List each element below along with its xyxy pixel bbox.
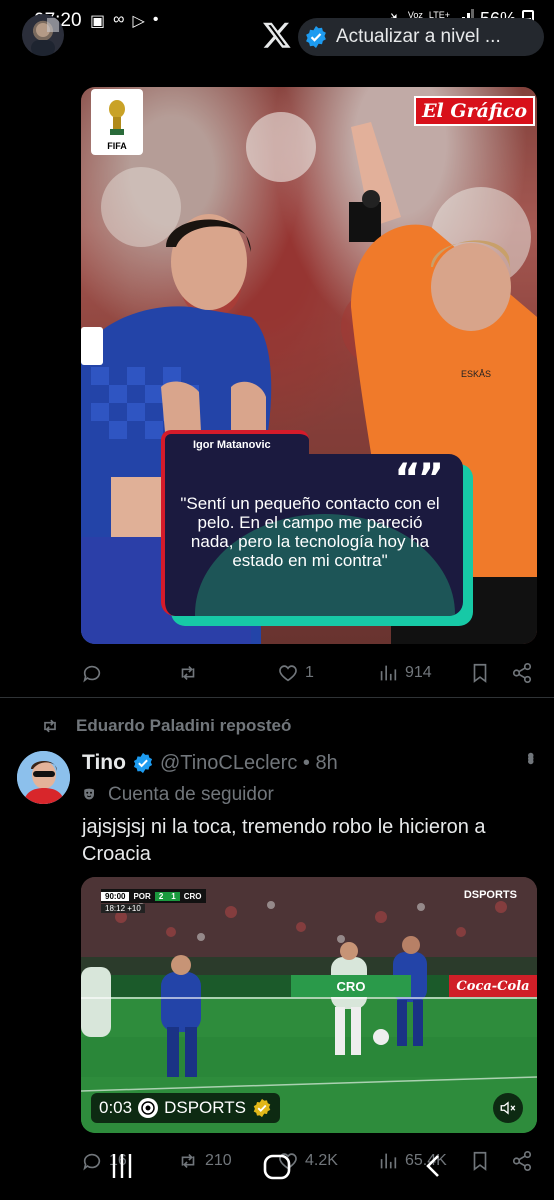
video-time-pill: 0:03 DSPORTS <box>91 1093 280 1123</box>
team2-label: CRO <box>183 891 202 901</box>
verified-badge-icon <box>306 26 326 48</box>
scoreboard: 90:00 POR 2 1 CRO <box>101 889 206 903</box>
share-icon <box>512 663 532 683</box>
tino-avatar[interactable] <box>17 751 70 804</box>
mute-button[interactable] <box>493 1093 523 1123</box>
masks-icon <box>84 788 94 800</box>
team1-label: POR <box>133 891 151 901</box>
ad-board-left: CRO <box>291 975 411 997</box>
repost-icon <box>181 665 195 681</box>
bookmark-button[interactable] <box>469 662 491 684</box>
x-logo-icon[interactable] <box>262 20 292 50</box>
account-label-text: Cuenta de seguidor <box>108 784 274 805</box>
gallery-icon: ▣ <box>90 13 106 30</box>
referee-shirt-name: ESKÅS <box>461 369 491 379</box>
score1: 2 <box>154 891 168 901</box>
recent-apps-icon <box>112 1154 132 1178</box>
repost-attribution-label: Eduardo Paladini reposteó <box>76 716 292 735</box>
recent-apps-button[interactable] <box>108 1148 136 1189</box>
score-clock: 90:00 <box>101 891 130 901</box>
repost-attribution[interactable]: Eduardo Paladini reposteó <box>40 716 291 736</box>
account-label: Cuenta de seguidor <box>82 784 274 806</box>
dsports-logo-icon <box>138 1098 159 1118</box>
status-notification-icons: ▣ ∞ ▷ • <box>90 11 158 31</box>
views-button[interactable]: 914 <box>377 662 432 684</box>
trophy-icon <box>109 100 125 135</box>
tweet-text: jajsjsjsj ni la toca, tremendo robo le h… <box>82 816 486 865</box>
score2: 1 <box>167 891 180 901</box>
share-button[interactable] <box>511 662 533 684</box>
infinity-icon: ∞ <box>113 11 125 28</box>
repost-button[interactable] <box>177 662 205 684</box>
like-button[interactable]: 1 <box>277 662 314 684</box>
back-icon <box>426 1155 439 1177</box>
quote-card: “” "Sentí un pequeño contacto con el pel… <box>161 454 463 616</box>
more-options-icon[interactable]: ••• <box>518 752 541 761</box>
tweet1-actions: 1 914 <box>81 658 537 688</box>
back-button[interactable] <box>420 1148 446 1189</box>
tweet-image[interactable]: FIFA El Gráfico ESKÅS Igor Matanovic “” … <box>81 87 537 644</box>
fifa-world-cup-logo: FIFA <box>91 89 143 155</box>
tweet-divider <box>0 697 554 698</box>
video-time: 0:03 <box>99 1098 133 1117</box>
upgrade-button[interactable]: Actualizar a nivel ... <box>298 18 544 56</box>
repost-small-icon <box>44 719 56 733</box>
fifa-label: FIFA <box>107 141 127 151</box>
quote-text: "Sentí un pequeño contacto con el pelo. … <box>180 494 440 570</box>
reply-button[interactable] <box>81 662 109 684</box>
like-count: 1 <box>305 664 314 681</box>
android-nav-bar <box>0 1148 554 1188</box>
author-name[interactable]: Tino <box>82 751 126 775</box>
heart-icon <box>279 665 297 682</box>
tweet2-header: Tino @TinoCLeclerc • 8h <box>82 751 338 775</box>
pitch-line <box>81 997 537 999</box>
video-channel: DSPORTS <box>164 1098 246 1117</box>
views-icon <box>380 665 397 681</box>
channel-watermark: DSPORTS <box>463 889 517 901</box>
ad-board-right: Coca-Cola <box>449 975 537 997</box>
home-icon <box>263 1154 291 1180</box>
reply-icon <box>83 665 101 683</box>
gold-verified-icon <box>253 1098 271 1118</box>
bookmark-icon <box>473 663 487 683</box>
added-time: 18:12 +10 <box>101 904 145 913</box>
dot-icon: • <box>152 11 159 28</box>
verified-badge-icon <box>133 752 153 774</box>
speaker-muted-icon <box>500 1101 516 1115</box>
play-store-icon: ▷ <box>132 13 145 30</box>
quote-author-tab: Igor Matanovic <box>161 430 309 456</box>
profile-avatar[interactable] <box>22 14 64 56</box>
upgrade-label: Actualizar a nivel ... <box>336 26 501 47</box>
tweet-video[interactable]: 90:00 POR 2 1 CRO 18:12 +10 DSPORTS CRO … <box>81 877 537 1133</box>
home-button[interactable] <box>262 1148 292 1189</box>
views-count: 914 <box>405 664 432 681</box>
author-handle-time[interactable]: @TinoCLeclerc • 8h <box>160 752 338 775</box>
